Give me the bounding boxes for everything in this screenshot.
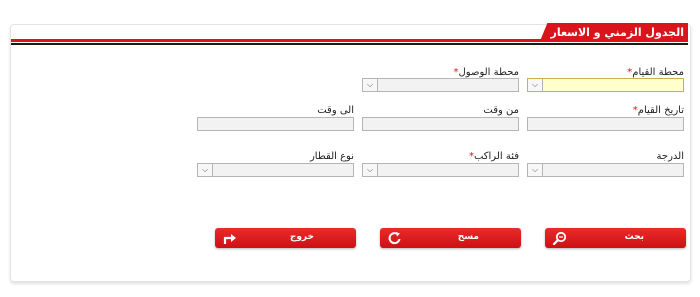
departure-date-field[interactable] bbox=[527, 117, 684, 131]
clear-button-label: مسح bbox=[457, 232, 479, 242]
departure-station-select[interactable]: ⌵ bbox=[527, 78, 684, 92]
chevron-down-icon[interactable]: ⌵ bbox=[528, 164, 543, 176]
arrival-station-select[interactable]: ⌵ bbox=[362, 78, 519, 92]
page-title: الجدول الزمني و الاسعار bbox=[550, 26, 684, 39]
exit-button-label: خروج bbox=[289, 232, 314, 242]
to-time-field[interactable] bbox=[197, 117, 354, 131]
exit-button[interactable]: خروج bbox=[215, 228, 356, 248]
class-label: الدرجة bbox=[656, 151, 684, 162]
passenger-category-label: فئة الراكب* bbox=[468, 151, 519, 162]
train-type-select[interactable]: ⌵ bbox=[197, 163, 354, 177]
search-icon bbox=[552, 231, 567, 245]
chevron-down-icon[interactable]: ⌵ bbox=[363, 79, 378, 91]
exit-arrow-icon bbox=[223, 234, 236, 244]
class-select[interactable]: ⌵ bbox=[527, 163, 684, 177]
search-button[interactable]: بحث bbox=[545, 228, 686, 248]
chevron-down-icon[interactable]: ⌵ bbox=[198, 164, 213, 176]
from-time-field[interactable] bbox=[362, 117, 519, 131]
to-time-label: الى وقت bbox=[317, 105, 354, 116]
from-time-label: من وقت bbox=[483, 105, 519, 116]
header-divider bbox=[11, 39, 688, 42]
arrival-station-label: محطة الوصول* bbox=[453, 67, 519, 78]
search-button-label: بحث bbox=[624, 232, 644, 242]
header-divider-dark bbox=[11, 43, 688, 45]
departure-station-label: محطة القيام* bbox=[627, 67, 684, 78]
refresh-icon bbox=[388, 232, 401, 245]
clear-button[interactable]: مسح bbox=[380, 228, 521, 248]
departure-date-label: تاريخ القيام* bbox=[632, 105, 684, 116]
chevron-down-icon[interactable]: ⌵ bbox=[528, 79, 543, 91]
passenger-category-select[interactable]: ⌵ bbox=[362, 163, 519, 177]
train-type-label: نوع القطار bbox=[309, 151, 354, 162]
chevron-down-icon[interactable]: ⌵ bbox=[363, 164, 378, 176]
